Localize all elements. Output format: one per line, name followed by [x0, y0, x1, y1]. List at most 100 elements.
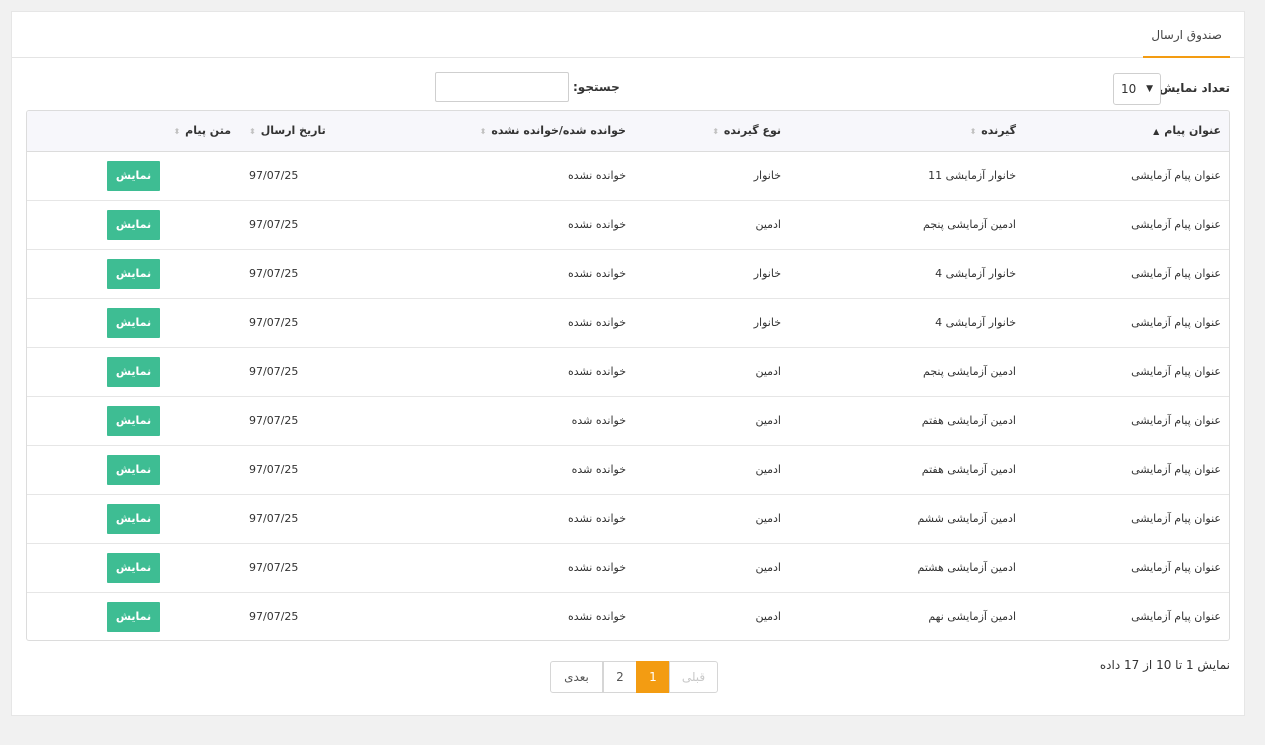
cell-recipient: ادمین آزمایشی پنجم [789, 346, 1024, 396]
cell-title: عنوان پیام آزمایشی [1024, 444, 1229, 494]
cell-date: 97/07/25 [239, 444, 454, 494]
table-header-row: عنوان پیام▲ گیرنده⬍ نوع گیرنده⬍ خوانده شده/… [27, 111, 1229, 152]
column-header-label: گیرنده [981, 124, 1016, 138]
cell-date: 97/07/25 [239, 199, 454, 249]
show-message-button[interactable]: نمایش [107, 503, 160, 534]
cell-type: خانوار [634, 248, 789, 298]
table-info: نمایش 1 تا 10 از 17 داده [1099, 658, 1230, 672]
table-row: عنوان پیام آزمایشی ادمین آزمایشی ششم ادمین… [27, 493, 1229, 543]
search-input[interactable] [435, 72, 569, 102]
column-read-status-header[interactable]: خوانده شده/خوانده نشده ⬍ [454, 111, 634, 152]
column-recipient-type-header[interactable]: نوع گیرنده ⬍ [634, 111, 789, 152]
cell-type: ادمین [634, 199, 789, 249]
table-row: عنوان پیام آزمایشی ادمین آزمایشی هشتم ادمی… [27, 542, 1229, 592]
cell-date: 97/07/25 [239, 591, 454, 640]
table-row: عنوان پیام آزمایشی ادمین آزمایشی پنجم ادمی… [27, 199, 1229, 249]
cell-recipient: خانوار آزمایشی 11 [928, 169, 1016, 182]
show-message-button[interactable]: نمایش [107, 160, 160, 191]
search-label: جستجو: [573, 80, 620, 94]
show-message-button[interactable]: نمایش [107, 405, 160, 436]
pagination-prev-button[interactable]: قبلی [669, 661, 718, 693]
show-message-button[interactable]: نمایش [107, 601, 160, 632]
messages-table: عنوان پیام▲ گیرنده⬍ نوع گیرنده⬍ خوانده شده/… [26, 110, 1230, 641]
show-message-button[interactable]: نمایش [107, 552, 160, 583]
cell-title: عنوان پیام آزمایشی [1024, 199, 1229, 249]
cell-status: خوانده نشده [454, 248, 634, 298]
cell-type: ادمین [634, 395, 789, 445]
column-message-text-header[interactable]: متن پیام ⬍ [27, 111, 239, 152]
show-message-button[interactable]: نمایش [107, 356, 160, 387]
cell-action: نمایش [27, 395, 239, 445]
cell-status: خوانده نشده [454, 493, 634, 543]
cell-action: نمایش [27, 199, 239, 249]
cell-status: خوانده نشده [567, 169, 626, 182]
cell-date: 97/07/25 [239, 395, 454, 445]
cell-status: خوانده شده [454, 444, 634, 494]
cell-date: 97/07/25 [239, 248, 454, 298]
pagination-page-2[interactable]: 2 [603, 661, 636, 693]
show-message-button[interactable]: نمایش [107, 454, 160, 485]
table-row: عنوان پیام آزمایشی خانوار آزمایشی 4 خانوار… [27, 297, 1229, 347]
table-body: عنوان پیام آزمایشی خانوار آزمایشی 11 خانوا… [27, 151, 1229, 640]
cell-title: عنوان پیام آزمایشی [1024, 542, 1229, 592]
page-length-select[interactable]: 10 ▼ [1113, 73, 1161, 105]
column-header-label: متن پیام [185, 124, 231, 138]
sort-both-icon: ⬍ [479, 127, 487, 137]
cell-recipient: ادمین آزمایشی نهم [789, 591, 1024, 640]
pagination-next-button[interactable]: بعدی [550, 661, 603, 693]
cell-date: 97/07/25 [239, 542, 454, 592]
cell-recipient: خانوار آزمایشی 4 [789, 297, 1024, 347]
cell-title: عنوان پیام آزمایشی [1024, 493, 1229, 543]
show-message-button[interactable]: نمایش [107, 307, 160, 338]
card-header: صندوق ارسال [12, 12, 1244, 58]
table-row: عنوان پیام آزمایشی ادمین آزمایشی نهم ادمین… [27, 591, 1229, 640]
cell-action: نمایش [27, 542, 239, 592]
cell-status: خوانده نشده [454, 591, 634, 640]
table-row: عنوان پیام آزمایشی خانوار آزمایشی 4 خانوار… [27, 248, 1229, 298]
cell-type: ادمین [634, 493, 789, 543]
sort-both-icon: ⬍ [173, 127, 181, 137]
column-title-header[interactable]: عنوان پیام ▲ [1024, 111, 1229, 152]
cell-date: 97/07/25 [239, 346, 454, 396]
table-row: عنوان پیام آزمایشی ادمین آزمایشی هفتم ادمی… [27, 395, 1229, 445]
cell-type: خانوار [634, 297, 789, 347]
cell-action: نمایش [27, 591, 239, 640]
table-row: عنوان پیام آزمایشی خانوار آزمایشی 11 خانوا… [27, 151, 1229, 200]
table-row: عنوان پیام آزمایشی ادمین آزمایشی هفتم ادمی… [27, 444, 1229, 494]
cell-date: 97/07/25 [239, 297, 454, 347]
sort-both-icon: ⬍ [249, 127, 256, 137]
page-length-label: تعداد نمایش [1158, 81, 1230, 95]
cell-title: عنوان پیام آزمایشی [1131, 169, 1221, 182]
column-header-label: تاریخ ارسال [260, 124, 326, 138]
show-message-button[interactable]: نمایش [107, 209, 160, 240]
column-header-label: نوع گیرنده [723, 124, 781, 138]
column-send-date-header[interactable]: تاریخ ارسال ⬍ [239, 111, 454, 152]
triangle-up-icon: ▲ [1153, 127, 1160, 137]
pagination-page-1[interactable]: 1 [636, 661, 669, 693]
tab-outbox[interactable]: صندوق ارسال [1143, 12, 1230, 58]
cell-date: 97/07/25 [239, 493, 454, 543]
cell-recipient: خانوار آزمایشی 4 [789, 248, 1024, 298]
outbox-card: صندوق ارسال تعداد نمایش 10 ▼ جستجو: عنوا… [11, 11, 1245, 716]
cell-type: ادمین [634, 346, 789, 396]
pagination: قبلی 1 2 بعدی [550, 661, 718, 693]
sort-both-icon: ⬍ [969, 127, 977, 137]
cell-title: عنوان پیام آزمایشی [1024, 591, 1229, 640]
page-length-value: 10 [1121, 82, 1137, 96]
cell-date: 97/07/25 [249, 169, 299, 182]
column-recipient-header[interactable]: گیرنده ⬍ [789, 111, 1024, 152]
cell-type: ادمین [634, 444, 789, 494]
sort-both-icon: ⬍ [712, 127, 719, 137]
cell-status: خوانده شده [454, 395, 634, 445]
cell-type: ادمین [634, 542, 789, 592]
cell-title: عنوان پیام آزمایشی [1024, 248, 1229, 298]
cell-action: نمایش [27, 346, 239, 396]
cell-recipient: ادمین آزمایشی هفتم [789, 395, 1024, 445]
cell-recipient: ادمین آزمایشی پنجم [789, 199, 1024, 249]
cell-status: خوانده نشده [454, 297, 634, 347]
cell-title: عنوان پیام آزمایشی [1024, 346, 1229, 396]
show-message-button[interactable]: نمایش [107, 258, 160, 289]
column-header-label: خوانده شده/خوانده نشده [491, 124, 626, 138]
cell-action: نمایش [27, 493, 239, 543]
cell-recipient: ادمین آزمایشی هشتم [789, 542, 1024, 592]
